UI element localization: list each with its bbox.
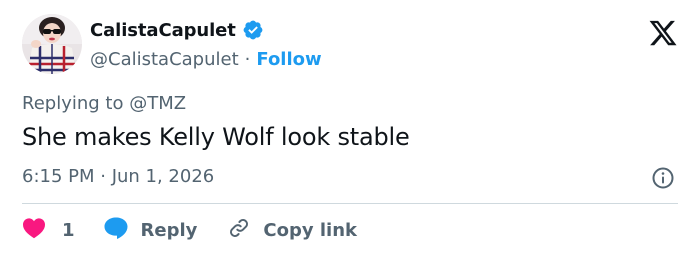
copy-link-label: Copy link (263, 219, 357, 241)
separator-dot: · (244, 48, 251, 70)
info-icon[interactable] (651, 166, 675, 190)
tweet-text: She makes Kelly Wolf look stable (22, 123, 410, 151)
verified-badge-icon (242, 19, 264, 41)
replying-to-label[interactable]: Replying to @TMZ (22, 93, 186, 114)
link-icon (227, 216, 251, 245)
avatar-image (22, 14, 82, 74)
reply-button[interactable]: Reply (103, 216, 198, 245)
follow-button[interactable]: Follow (256, 49, 321, 70)
copy-link-button[interactable]: Copy link (227, 216, 357, 245)
author-display-name[interactable]: CalistaCapulet (90, 20, 236, 41)
author-handle[interactable]: @CalistaCapulet (90, 49, 239, 70)
author-name-row: CalistaCapulet (90, 18, 264, 42)
speech-bubble-icon (103, 216, 129, 245)
reply-label: Reply (140, 219, 198, 241)
like-button[interactable]: 1 (22, 217, 75, 244)
avatar[interactable] (22, 14, 82, 74)
like-count: 1 (62, 219, 75, 241)
author-handle-row: @CalistaCapulet · Follow (90, 47, 322, 71)
tweet-timestamp[interactable]: 6:15 PM · Jun 1, 2026 (22, 166, 214, 187)
heart-icon (22, 217, 46, 244)
tweet-actions: 1 Reply Copy link (22, 217, 357, 243)
divider (22, 203, 678, 204)
x-logo-icon[interactable] (648, 18, 678, 48)
tweet-card: CalistaCapulet @CalistaCapulet · Follow … (0, 0, 700, 256)
